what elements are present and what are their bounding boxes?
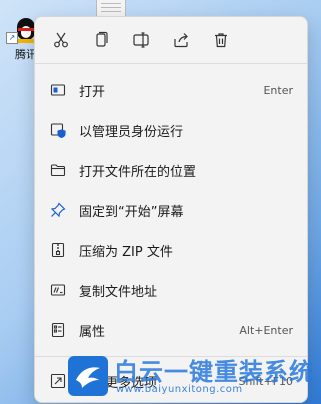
folder-icon bbox=[49, 161, 67, 179]
document-icon[interactable] bbox=[96, 0, 126, 17]
menu-item-shortcut: Shift+F10 bbox=[238, 374, 293, 388]
shortcut-arrow-icon: ↗ bbox=[6, 32, 18, 44]
more-options-icon bbox=[49, 372, 67, 390]
copy-path-icon bbox=[49, 281, 67, 299]
menu-item-label: 以管理员身份运行 bbox=[79, 124, 184, 140]
copy-icon bbox=[96, 31, 108, 47]
menu-item-run-as-admin[interactable]: 以管理员身份运行 bbox=[35, 110, 307, 150]
rename-button[interactable] bbox=[121, 20, 161, 60]
menu-item-label: 打开 bbox=[79, 84, 106, 100]
menu-item-label: 打开文件所在的位置 bbox=[79, 164, 197, 180]
menu-item-properties[interactable]: 属性 Alt+Enter bbox=[35, 310, 307, 350]
open-window-icon bbox=[49, 81, 67, 99]
menu-item-compress-zip[interactable]: 压缩为 ZIP 文件 bbox=[35, 230, 307, 270]
menu-divider bbox=[35, 356, 307, 357]
scissors-icon bbox=[54, 32, 68, 48]
context-menu-toolbar bbox=[35, 17, 307, 63]
context-menu: 打开 Enter 以管理员身份运行 打开文件所在的位置 固定到“开始”屏幕 压缩… bbox=[34, 16, 308, 403]
menu-item-label: 显示更多选项 bbox=[79, 375, 158, 391]
menu-item-label: 属性 bbox=[79, 324, 106, 340]
menu-item-label: 压缩为 ZIP 文件 bbox=[79, 244, 173, 260]
cut-button[interactable] bbox=[41, 20, 81, 60]
menu-item-pin-to-start[interactable]: 固定到“开始”屏幕 bbox=[35, 190, 307, 230]
delete-button[interactable] bbox=[201, 20, 241, 60]
trash-icon bbox=[215, 33, 227, 48]
properties-icon bbox=[49, 321, 67, 339]
menu-item-shortcut: Enter bbox=[263, 83, 293, 97]
admin-shield-icon bbox=[49, 121, 67, 139]
rename-icon bbox=[133, 32, 149, 48]
menu-item-label: 固定到“开始”屏幕 bbox=[79, 204, 184, 220]
menu-item-show-more-options[interactable]: 显示更多选项 Shift+F10 bbox=[35, 361, 307, 401]
pin-icon bbox=[49, 201, 67, 219]
menu-item-open-file-location[interactable]: 打开文件所在的位置 bbox=[35, 150, 307, 190]
zip-icon bbox=[49, 241, 67, 259]
copy-button[interactable] bbox=[81, 20, 121, 60]
menu-list: 打开 Enter 以管理员身份运行 打开文件所在的位置 固定到“开始”屏幕 压缩… bbox=[35, 64, 307, 350]
menu-item-shortcut: Alt+Enter bbox=[239, 323, 293, 337]
share-button[interactable] bbox=[161, 20, 201, 60]
menu-item-copy-path[interactable]: 复制文件地址 bbox=[35, 270, 307, 310]
share-icon bbox=[174, 33, 188, 48]
menu-item-open[interactable]: 打开 Enter bbox=[35, 70, 307, 110]
menu-item-label: 复制文件地址 bbox=[79, 284, 158, 300]
